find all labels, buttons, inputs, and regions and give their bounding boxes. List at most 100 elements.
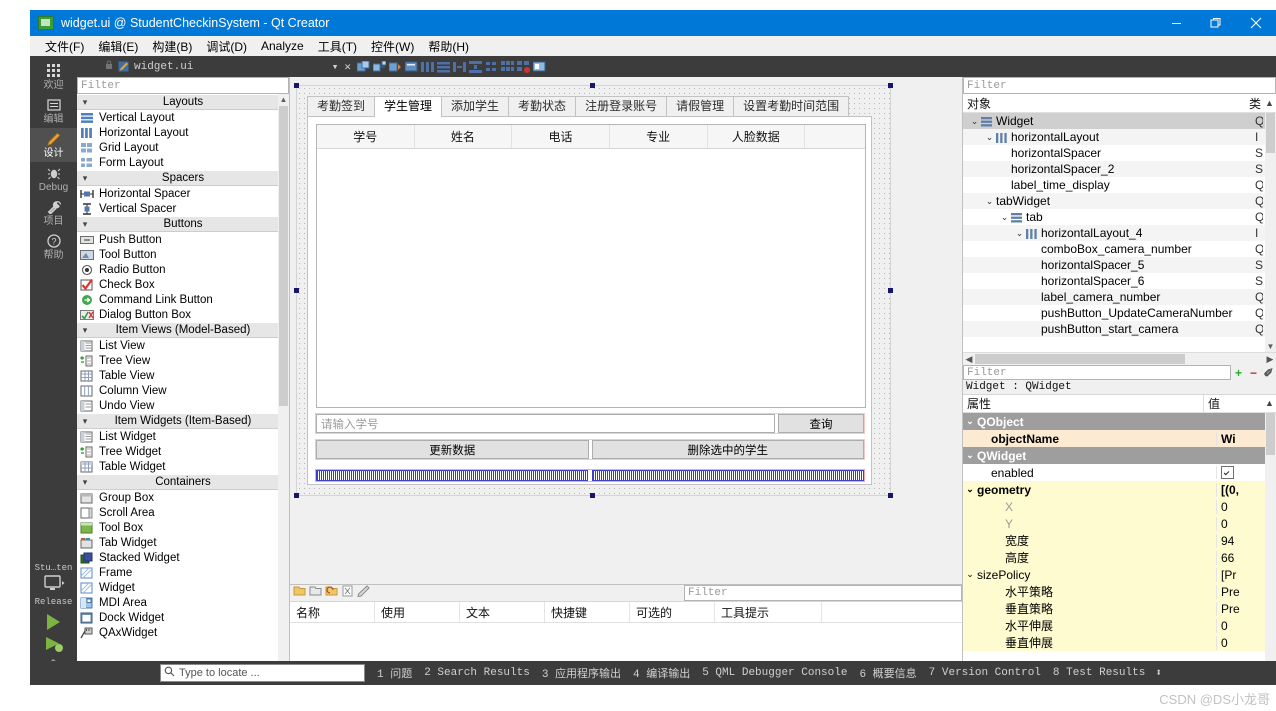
menu-analyze[interactable]: Analyze — [254, 38, 311, 54]
property-row[interactable]: 垂直策略 Pre — [963, 600, 1276, 617]
tab-widget[interactable]: 考勤签到 学生管理 添加学生 考勤状态 注册登录账号 请假管理 设置考勤时间范围 学号 姓名电… — [307, 96, 872, 485]
widget-box-item[interactable]: Tab Widget — [77, 535, 289, 550]
object-tree-node[interactable]: label_camera_number Q — [963, 289, 1276, 305]
form-tab-2[interactable]: 添加学生 — [441, 96, 510, 116]
tab-bar[interactable]: 考勤签到 学生管理 添加学生 考勤状态 注册登录账号 请假管理 设置考勤时间范围 — [307, 96, 872, 117]
horizontal-spacer-right[interactable] — [592, 470, 864, 481]
menu-debug[interactable]: 调试(D) — [199, 37, 254, 56]
widget-box-item[interactable]: Dialog Button Box — [77, 307, 289, 322]
widget-group-header[interactable]: ▾ Item Views (Model-Based) — [77, 322, 289, 338]
chevron-down-icon[interactable]: ⌄ — [968, 116, 981, 127]
minimize-button[interactable] — [1156, 10, 1196, 36]
menu-file[interactable]: 文件(F) — [38, 37, 91, 56]
widget-box-item[interactable]: Form Layout — [77, 155, 289, 170]
menu-build[interactable]: 构建(B) — [145, 37, 199, 56]
widget-group-header[interactable]: ▾ Buttons — [77, 216, 289, 232]
widget-box-scrollbar[interactable]: ▲ ▼ — [278, 94, 289, 685]
menu-edit[interactable]: 编辑(E) — [91, 37, 145, 56]
close-button[interactable] — [1236, 10, 1276, 36]
edit-tab-order-icon[interactable] — [404, 61, 418, 73]
status-bar-item-6[interactable]: 7 Version Control — [923, 667, 1047, 679]
widget-box-item[interactable]: Tool Button — [77, 247, 289, 262]
action-column-header[interactable]: 使用 — [375, 602, 460, 622]
layout-form-icon[interactable] — [485, 61, 498, 73]
rail-item-help[interactable]: ? 帮助 — [30, 230, 77, 264]
property-row[interactable]: ⌄ QWidget — [963, 447, 1276, 464]
status-bar-item-4[interactable]: 5 QML Debugger Console — [696, 667, 853, 679]
configure-property-icon[interactable]: ✐ — [1261, 366, 1276, 380]
object-tree-node[interactable]: pushButton_UpdateCameraNumber Q — [963, 305, 1276, 321]
object-tree[interactable]: ⌄ Widget Q ⌄ horizontalLayout IhorizontalSpac… — [963, 113, 1276, 352]
widget-box-item[interactable]: Vertical Layout — [77, 110, 289, 125]
scroll-up-arrow[interactable]: ▲ — [1263, 395, 1276, 412]
widget-box-item[interactable]: Table View — [77, 368, 289, 383]
new-action-icon[interactable] — [293, 584, 306, 602]
property-editor-filter[interactable]: Filter — [963, 365, 1231, 380]
chevron-down-icon[interactable]: ⌄ — [963, 416, 977, 427]
horizontal-spacer-left[interactable] — [316, 470, 588, 481]
resize-handle-bl[interactable] — [294, 493, 299, 498]
resize-handle-mr[interactable] — [888, 288, 893, 293]
widget-box-item[interactable]: Group Box — [77, 490, 289, 505]
widget-box-item[interactable]: Horizontal Layout — [77, 125, 289, 140]
table-column-header[interactable]: 学号 — [317, 125, 415, 148]
locator-input[interactable]: Type to locate ... — [160, 664, 365, 682]
widget-box-item[interactable]: Undo View — [77, 398, 289, 413]
action-column-header[interactable]: 文本 — [460, 602, 545, 622]
widget-box-item[interactable]: Grid Layout — [77, 140, 289, 155]
table-column-header[interactable]: 姓名 — [415, 125, 513, 148]
menu-tools[interactable]: 工具(T) — [311, 37, 364, 56]
enabled-checkbox[interactable] — [1221, 466, 1234, 479]
scroll-up-arrow[interactable]: ▲ — [278, 94, 289, 105]
widget-box-item[interactable]: List Widget — [77, 429, 289, 444]
object-tree-node[interactable]: ⌄ horizontalLayout_4 I — [963, 225, 1276, 241]
action-column-header[interactable]: 可选的 — [630, 602, 715, 622]
form-tab-6[interactable]: 设置考勤时间范围 — [733, 96, 850, 116]
edit-action-icon[interactable] — [357, 584, 370, 602]
delete-action-icon[interactable] — [341, 584, 354, 602]
object-tree-node[interactable]: horizontalSpacer_6 S — [963, 273, 1276, 289]
table-column-header[interactable] — [805, 125, 865, 148]
status-bar-item-5[interactable]: 6 概要信息 — [853, 665, 922, 681]
rail-item-edit[interactable]: 编辑 — [30, 94, 77, 128]
scroll-down-arrow[interactable]: ▼ — [1265, 341, 1276, 352]
property-scrollbar[interactable]: ▼ — [1265, 413, 1276, 672]
object-tree-node[interactable]: horizontalSpacer S — [963, 145, 1276, 161]
output-pane-toggle[interactable]: ⬍ — [1155, 666, 1162, 680]
widget-box-item[interactable]: Push Button — [77, 232, 289, 247]
status-bar-item-0[interactable]: 1 问题 — [371, 665, 418, 681]
chevron-down-icon[interactable]: ⌄ — [963, 450, 977, 461]
form-widget[interactable]: 考勤签到 学生管理 添加学生 考勤状态 注册登录账号 请假管理 设置考勤时间范围 学号 姓名电… — [294, 83, 893, 498]
layout-vertical-icon[interactable] — [437, 61, 450, 73]
layout-splitter-h-icon[interactable] — [453, 61, 466, 73]
form-tab-4[interactable]: 注册登录账号 — [575, 96, 668, 116]
run-button[interactable] — [47, 614, 60, 630]
search-button[interactable]: 查询 — [778, 414, 864, 433]
break-layout-icon[interactable] — [517, 60, 530, 73]
table-column-header[interactable]: 人脸数据 — [708, 125, 806, 148]
scroll-thumb[interactable] — [279, 106, 288, 406]
form-tab-5[interactable]: 请假管理 — [666, 96, 735, 116]
edit-buddies-icon[interactable] — [388, 61, 402, 73]
object-tree-scrollbar[interactable]: ▼ — [1265, 113, 1276, 352]
form-tab-0[interactable]: 考勤签到 — [307, 96, 376, 116]
property-row[interactable]: ⌄ sizePolicy [Pr — [963, 566, 1276, 583]
action-column-header[interactable]: 名称 — [290, 602, 375, 622]
widget-group-header[interactable]: ▾ Item Widgets (Item-Based) — [77, 413, 289, 429]
copy-action-icon[interactable] — [309, 584, 322, 602]
property-row[interactable]: ⌄ geometry [(0, — [963, 481, 1276, 498]
layout-grid-icon[interactable] — [501, 60, 514, 73]
chevron-down-icon[interactable]: ▾ — [332, 60, 345, 74]
chevron-down-icon[interactable]: ⌄ — [983, 196, 996, 207]
chevron-down-icon[interactable]: ⌄ — [998, 212, 1011, 223]
object-tree-node[interactable]: pushButton_start_camera Q — [963, 321, 1276, 337]
widget-box-filter[interactable]: Filter — [77, 77, 289, 94]
resize-handle-tr[interactable] — [888, 83, 893, 88]
rail-item-projects[interactable]: 项目 — [30, 196, 77, 230]
resize-handle-tc[interactable] — [590, 83, 595, 88]
adjust-size-icon[interactable] — [532, 61, 546, 73]
hscroll-thumb[interactable] — [975, 354, 1185, 364]
widget-group-header[interactable]: ▾ Spacers — [77, 170, 289, 186]
edit-widgets-icon[interactable] — [356, 60, 370, 73]
resize-handle-tl[interactable] — [294, 83, 299, 88]
